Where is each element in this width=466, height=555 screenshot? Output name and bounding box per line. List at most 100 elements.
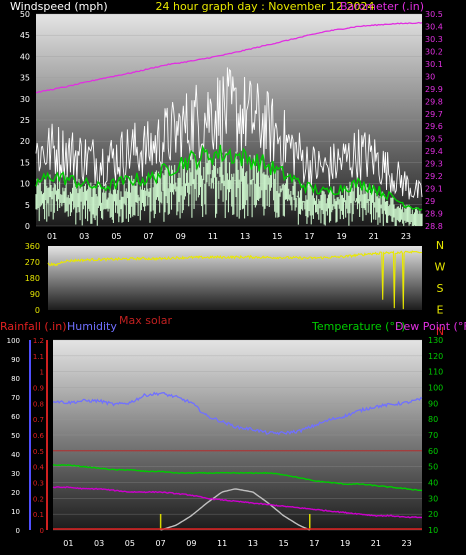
wind-tick-label: 5	[25, 201, 30, 210]
rainfall-tick-label: 0.9	[33, 385, 44, 393]
bottom-x-tick-label: 09	[186, 539, 196, 548]
barometer-tick-label: 30.1	[425, 60, 443, 69]
wind-tick-label: 50	[20, 10, 30, 19]
humidity-tick-label: 50	[11, 432, 20, 440]
rainfall-tick-label: 1.2	[33, 337, 44, 345]
wind-tick-label: 15	[20, 158, 30, 167]
top-x-tick-label: 09	[176, 232, 186, 241]
direction-tick-label: 360	[25, 242, 40, 251]
barometer-tick-label: 29	[425, 197, 435, 206]
temperature-tick-label: 80	[428, 415, 438, 424]
barometer-tick-label: 28.9	[425, 210, 443, 219]
max-solar-title: Max solar	[119, 314, 172, 327]
top-x-tick-label: 01	[47, 232, 57, 241]
barometer-tick-label: 29.8	[425, 97, 443, 106]
top-x-tick-label: 07	[143, 232, 153, 241]
top-x-tick-label: 19	[336, 232, 346, 241]
direction-tick-label: 180	[25, 274, 40, 283]
top-x-tick-label: 05	[111, 232, 121, 241]
rainfall-tick-label: 1.1	[33, 353, 44, 361]
rainfall-tick-label: 0.3	[33, 480, 44, 488]
barometer-tick-label: 30.5	[425, 10, 443, 19]
barometer-tick-label: 30.4	[425, 22, 443, 31]
direction-tick-label: 0	[35, 306, 40, 315]
compass-label: N	[436, 239, 444, 252]
temperature-tick-label: 40	[428, 479, 438, 488]
bottom-x-tick-label: 17	[309, 539, 319, 548]
temperature-tick-label: 20	[428, 510, 438, 519]
humidity-tick-label: 20	[11, 489, 20, 497]
bottom-x-tick-label: 11	[217, 539, 227, 548]
temperature-y-axis: 10 20 30 40 50 60 70 80 90 100 110 120 130	[428, 336, 443, 535]
bottom-x-tick-label: 01	[63, 539, 73, 548]
temperature-tick-label: 30	[428, 494, 438, 503]
barometer-tick-label: 30.2	[425, 47, 443, 56]
wind-tick-label: 40	[20, 52, 30, 61]
humidity-tick-label: 70	[11, 394, 20, 402]
bottom-x-tick-label: 03	[94, 539, 104, 548]
wind-tick-label: 25	[20, 116, 30, 125]
bottom-x-tick-label: 19	[340, 539, 350, 548]
temperature-tick-label: 50	[428, 463, 438, 472]
barometer-tick-label: 29.7	[425, 110, 443, 119]
rainfall-tick-label: 0.2	[33, 495, 44, 503]
rainfall-y-axis: 0 0.1 0.2 0.3 0.4 0.5 0.6 0.7 0.8 0.9 1 1.1 1.2	[33, 337, 45, 535]
barometer-tick-label: 30.3	[425, 35, 443, 44]
top-x-tick-label: 21	[369, 232, 379, 241]
direction-tick-label: 270	[25, 258, 40, 267]
rainfall-tick-label: 0.1	[33, 511, 44, 519]
barometer-axis-title: Barometer (.in)	[340, 0, 424, 13]
rainfall-tick-label: 0	[40, 527, 44, 535]
humidity-tick-label: 90	[11, 356, 20, 364]
bottom-x-tick-label: 15	[279, 539, 289, 548]
temperature-tick-label: 130	[428, 336, 443, 345]
weather-graph: Windspeed (mph) 24 hour graph day : Nove…	[0, 0, 466, 548]
rainfall-tick-label: 0.8	[33, 400, 44, 408]
top-x-tick-label: 23	[401, 232, 411, 241]
bottom-x-tick-label: 23	[402, 539, 412, 548]
barometer-tick-label: 30	[425, 72, 435, 81]
temperature-tick-label: 120	[428, 352, 443, 361]
dew-point-axis-title: Dew Point (°F)	[395, 320, 466, 333]
barometer-tick-label: 29.3	[425, 160, 443, 169]
bottom-x-tick-label: 07	[156, 539, 166, 548]
temperature-tick-label: 90	[428, 399, 438, 408]
humidity-tick-label: 0	[16, 527, 20, 535]
wind-tick-label: 0	[25, 222, 30, 231]
humidity-y-axis: 0 10 20 30 40 50 60 70 80 90 100	[7, 337, 20, 535]
rainfall-tick-label: 1	[40, 369, 44, 377]
wind-tick-label: 35	[20, 74, 30, 83]
humidity-tick-label: 100	[7, 337, 20, 345]
direction-y-axis: 0 90 180 270 360	[25, 242, 40, 315]
rainfall-tick-label: 0.6	[33, 432, 45, 440]
barometer-tick-label: 29.1	[425, 185, 443, 194]
wind-tick-label: 45	[20, 31, 30, 40]
barometer-tick-label: 29.4	[425, 147, 443, 156]
barometer-tick-label: 29.9	[425, 85, 443, 94]
bottom-x-tick-label: 05	[125, 539, 135, 548]
humidity-tick-label: 80	[11, 375, 20, 383]
top-x-tick-label: 11	[208, 232, 218, 241]
barometer-y-axis: 28.8 28.9 29 29.1 29.2 29.3 29.4 29.5 29.6 29.7 29…	[425, 10, 443, 231]
compass-label: W	[435, 261, 446, 274]
compass-label: E	[437, 304, 444, 317]
humidity-axis-title: Humidity	[67, 320, 117, 333]
rainfall-tick-label: 0.5	[33, 448, 44, 456]
humidity-tick-label: 40	[11, 451, 20, 459]
top-x-tick-label: 15	[272, 232, 282, 241]
wind-tick-label: 10	[20, 180, 30, 189]
wind-tick-label: 20	[20, 137, 30, 146]
barometer-tick-label: 28.8	[425, 222, 443, 231]
rainfall-tick-label: 0.7	[33, 416, 44, 424]
humidity-tick-label: 60	[11, 413, 20, 421]
top-x-tick-label: 13	[240, 232, 250, 241]
barometer-tick-label: 29.2	[425, 172, 443, 181]
bottom-x-axis: 01 03 05 07 09 11 13 15 17 19 21 23	[63, 539, 411, 548]
barometer-tick-label: 29.5	[425, 135, 443, 144]
top-x-tick-label: 03	[79, 232, 89, 241]
wind-y-axis: 0 5 10 15 20 25 30 35 40 45 50	[20, 10, 30, 231]
temperature-tick-label: 100	[428, 384, 443, 393]
temperature-tick-label: 110	[428, 368, 443, 377]
compass-label: S	[437, 282, 444, 295]
temperature-tick-label: 10	[428, 526, 438, 535]
